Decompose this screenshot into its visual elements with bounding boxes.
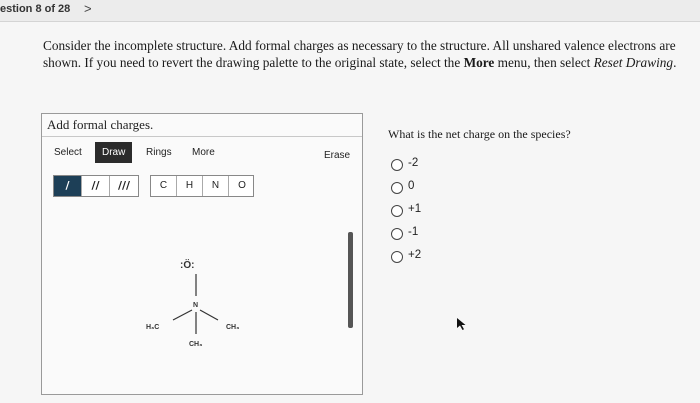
methyl-bottom[interactable]: CH₃	[189, 341, 202, 348]
radio-button[interactable]	[391, 228, 403, 240]
option-0[interactable]: 0	[391, 180, 451, 198]
top-nav-bar: estion 8 of 28 >	[0, 0, 700, 22]
chevron-right-icon[interactable]: >	[84, 1, 92, 16]
atom-tools: C H N O	[150, 175, 254, 197]
option-minus-2[interactable]: -2	[391, 157, 451, 175]
nitrogen-atom[interactable]: N	[193, 302, 198, 309]
mouse-cursor-icon	[457, 318, 466, 330]
bond-tools: / // ///	[53, 175, 139, 197]
single-bond-button[interactable]: /	[54, 176, 82, 196]
prompt-more-word: More	[463, 55, 495, 70]
prompt-text-3: .	[673, 55, 677, 70]
option-label: -2	[408, 157, 419, 169]
drawing-menu: Select Draw Rings More Erase	[42, 142, 362, 168]
option-plus-1[interactable]: +1	[391, 203, 451, 221]
prompt-reset-word: Reset Drawing	[593, 55, 674, 70]
prompt-text-2: menu, then select	[494, 55, 594, 70]
double-bond-button[interactable]: //	[82, 176, 110, 196]
option-label: 0	[408, 180, 415, 192]
oxygen-atom[interactable]: :Ö:	[180, 258, 194, 271]
option-label: +2	[408, 249, 422, 261]
n-ch3-right-bond[interactable]	[199, 309, 219, 321]
radio-button[interactable]	[391, 205, 403, 217]
radio-button[interactable]	[391, 251, 403, 263]
drawing-canvas[interactable]: :Ö: N H₃C CH₃ CH₃	[42, 204, 362, 394]
menu-draw[interactable]: Draw	[95, 142, 133, 163]
n-ch3-left-bond[interactable]	[172, 309, 193, 321]
radio-button[interactable]	[391, 159, 403, 171]
panel-scrollbar[interactable]	[348, 232, 353, 328]
menu-select[interactable]: Select	[54, 147, 82, 158]
menu-more[interactable]: More	[192, 147, 215, 158]
option-plus-2[interactable]: +2	[391, 249, 451, 267]
drawing-panel: Add formal charges. Select Draw Rings Mo…	[41, 113, 363, 395]
divider	[42, 136, 362, 137]
option-minus-1[interactable]: -1	[391, 226, 451, 244]
menu-rings[interactable]: Rings	[146, 147, 172, 158]
atom-c-button[interactable]: C	[151, 176, 177, 196]
triple-bond-button[interactable]: ///	[110, 176, 138, 196]
option-label: -1	[408, 226, 419, 238]
radio-button[interactable]	[391, 182, 403, 194]
menu-erase[interactable]: Erase	[324, 150, 350, 161]
atom-o-button[interactable]: O	[229, 176, 255, 196]
tool-palette: / // /// C H N O	[53, 175, 353, 197]
methyl-left[interactable]: H₃C	[146, 324, 159, 331]
question-prompt: Consider the incomplete structure. Add f…	[43, 37, 693, 71]
question-counter: estion 8 of 28	[0, 3, 71, 15]
panel-title: Add formal charges.	[47, 117, 154, 132]
option-label: +1	[408, 203, 422, 215]
net-charge-question: What is the net charge on the species?	[388, 127, 571, 141]
atom-h-button[interactable]: H	[177, 176, 203, 196]
atom-n-button[interactable]: N	[203, 176, 229, 196]
molecule-structure[interactable]: :Ö: N H₃C CH₃ CH₃	[42, 204, 362, 394]
methyl-right[interactable]: CH₃	[226, 324, 239, 331]
